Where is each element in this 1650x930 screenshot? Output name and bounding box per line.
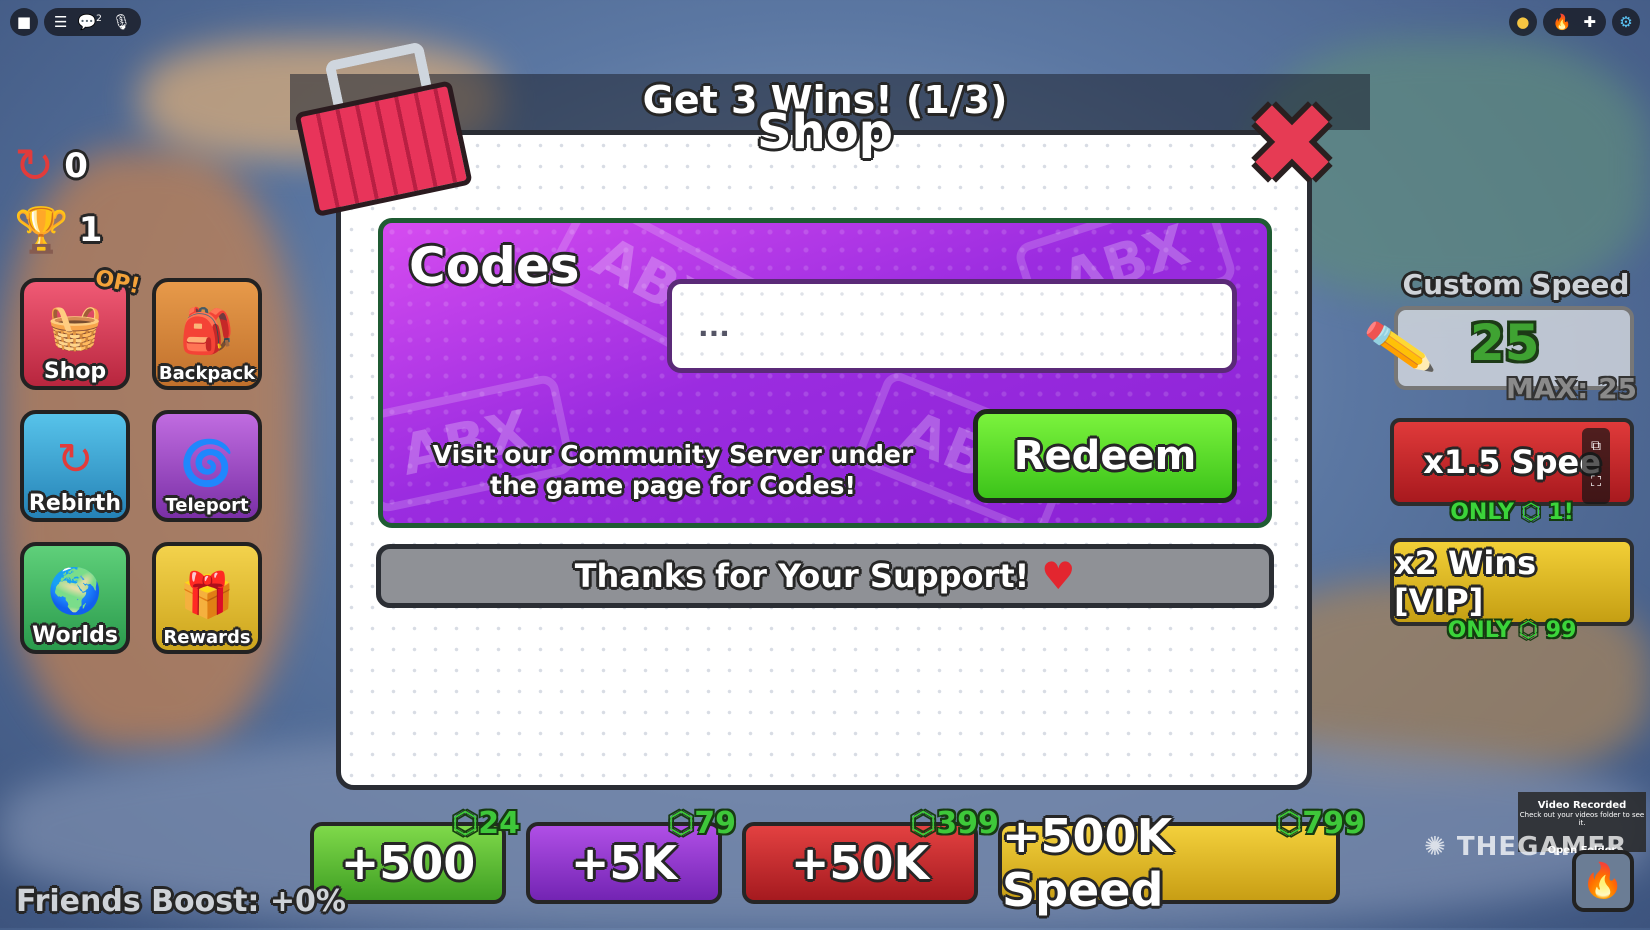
roblox-topbar: ■ ☰ 💬2 🎙 <box>10 8 141 36</box>
backpack-button-label: Backpack <box>158 363 256 384</box>
globe-icon: 🌍 <box>47 566 103 617</box>
roblox-menu-button[interactable]: ■ <box>10 8 38 36</box>
max-speed-label: MAX: 25 <box>1506 372 1638 405</box>
rebirth-icon: ↻ <box>56 434 94 485</box>
visit-community-text: Visit our Community Server under the gam… <box>432 440 914 500</box>
speed-value: 25 <box>1470 314 1540 372</box>
fire-icon[interactable]: 🔥 <box>1553 13 1572 31</box>
teleport-button[interactable]: 🌀 Teleport <box>152 410 262 522</box>
gift-icon: 🎁 <box>179 570 235 621</box>
vip-gamepass-button[interactable]: x2 Wins [VIP] <box>1390 538 1634 626</box>
flame-icon: 🔥 <box>1581 861 1625 901</box>
backpack-button[interactable]: 🎒 Backpack <box>152 278 262 390</box>
redeem-button[interactable]: Redeem <box>973 409 1237 503</box>
toast-title: Video Recorded <box>1537 800 1627 811</box>
rebirth-button-label: Rebirth <box>28 491 122 516</box>
wins-count: 1 <box>78 210 103 250</box>
pack-500k-speed-price: ⬡799 <box>1276 806 1365 841</box>
pack-5k-price: ⬡79 <box>668 806 736 841</box>
toast-subtitle: Check out your videos folder to see it. <box>1519 811 1645 827</box>
pencil-icon: ✏️ <box>1360 310 1439 385</box>
capture-controls: ⧉ ⛶ <box>1582 428 1610 504</box>
topbar-group: ☰ 💬2 🎙 <box>44 8 141 36</box>
roblox-logo-icon: ■ <box>16 13 32 31</box>
friends-boost-label: Friends Boost: +0% <box>16 884 346 919</box>
trophy-icon: 🏆 <box>14 205 69 256</box>
fire-boost-button[interactable]: 🔥 <box>1572 850 1634 912</box>
shop-button[interactable]: 🧺 Shop OP! <box>20 266 142 390</box>
wins-stat: 🏆 1 <box>14 204 102 256</box>
code-input[interactable] <box>667 279 1237 373</box>
rewards-button[interactable]: 🎁 Rewards <box>152 542 262 654</box>
portal-icon: 🌀 <box>179 438 235 489</box>
vip-gamepass-price: ONLY ⬡ 99 <box>1447 618 1577 643</box>
heart-icon: ♥ <box>1041 554 1076 598</box>
shop-title: Shop <box>756 104 894 160</box>
codes-panel: ABX ABX ABX ABX Codes Visit our Communit… <box>378 218 1272 528</box>
worlds-button-label: Worlds <box>32 623 118 648</box>
topright-group: 🔥 ✚ <box>1542 8 1606 36</box>
chat-icon[interactable]: 💬2 <box>77 13 101 31</box>
close-shop-button[interactable]: ✖ <box>1244 89 1340 199</box>
screenshot-icon[interactable]: ⧉ <box>1582 428 1610 464</box>
rewards-button-label: Rewards <box>163 627 251 648</box>
microphone-icon[interactable]: 🎙 <box>112 13 131 31</box>
pack-50k-price: ⬡399 <box>910 806 999 841</box>
thegamer-logo-icon: ✺ <box>1424 832 1457 862</box>
custom-speed-title: Custom Speed <box>1402 268 1630 301</box>
plus-icon[interactable]: ✚ <box>1583 13 1596 31</box>
hamburger-menu-icon[interactable]: ☰ <box>54 13 67 31</box>
pack-500-price: ⬡24 <box>452 806 520 841</box>
settings-icon[interactable]: ⚙ <box>1612 8 1640 36</box>
teleport-button-label: Teleport <box>165 495 249 516</box>
basket-icon: 🧺 <box>47 302 103 353</box>
close-icon: ✖ <box>1245 80 1339 208</box>
support-bar: Thanks for Your Support! ♥ <box>376 544 1274 608</box>
coin-icon[interactable]: ● <box>1508 8 1537 36</box>
chat-badge: 2 <box>96 14 102 24</box>
codes-label: Codes <box>409 237 580 295</box>
rebirth-button[interactable]: ↻ Rebirth <box>20 410 130 522</box>
fullscreen-icon[interactable]: ⛶ <box>1582 464 1610 500</box>
backpack-icon: 🎒 <box>179 306 235 357</box>
topright-bar: ● 🔥 ✚ ⚙ <box>1508 8 1640 36</box>
shop-button-label: Shop <box>43 359 107 384</box>
support-text: Thanks for Your Support! <box>574 557 1030 595</box>
worlds-button[interactable]: 🌍 Worlds <box>20 542 130 654</box>
